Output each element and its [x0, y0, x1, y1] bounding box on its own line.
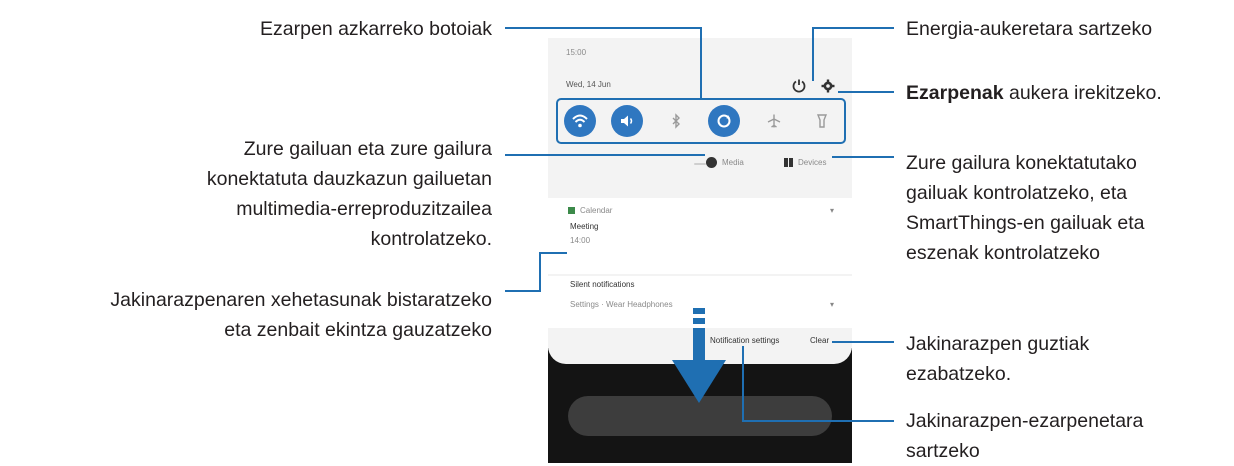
media-caption-line-3: multimedia-erreproduzitzailea — [236, 198, 492, 220]
notification-details-caption: Jakinarazpenaren xehetasunak bistaratzek… — [0, 285, 492, 345]
notif-app-name: Calendar — [580, 206, 613, 215]
media-play-icon — [706, 156, 717, 168]
callout-line — [505, 290, 541, 292]
clock-text: 15:00 — [566, 48, 587, 57]
quick-settings-row — [556, 98, 846, 144]
notification-details-line-2: eta zenbait ekintza gauzatzeko — [224, 319, 492, 341]
clear-all-line-2: ezabatzeko. — [906, 363, 1012, 385]
settings-caption-rest: aukera irekitzeko. — [1003, 82, 1162, 104]
callout-line — [812, 27, 894, 29]
callout-line — [832, 341, 894, 343]
callout-line — [539, 252, 567, 254]
media-caption-line-2: konektatuta dauzkazun gailuetan — [206, 168, 492, 190]
auto-rotate-icon[interactable] — [708, 105, 740, 137]
callout-line — [838, 91, 894, 93]
chevron-down-icon[interactable]: ▾ — [830, 206, 834, 215]
media-caption: Zure gailuan eta zure gailura konektatut… — [60, 134, 492, 254]
devices-button[interactable]: Devices — [784, 154, 826, 170]
callout-line — [742, 420, 894, 422]
silent-item: Settings · Wear Headphones — [570, 300, 673, 309]
chevron-down-icon-2[interactable]: ▾ — [830, 300, 834, 309]
devices-caption-line-4: eszenak kontrolatzeko — [906, 242, 1101, 264]
devices-caption-line-2: gailuak kontrolatzeko, eta — [906, 182, 1128, 204]
sound-icon[interactable] — [611, 105, 643, 137]
callout-line — [505, 154, 705, 156]
power-caption: Energia-aukeretara sartzeko — [906, 18, 1153, 40]
wifi-icon[interactable] — [564, 105, 596, 137]
callout-line — [505, 27, 702, 29]
quick-settings-caption: Ezarpen azkarreko botoiak — [260, 18, 492, 40]
notification-details-line-1: Jakinarazpenaren xehetasunak bistaratzek… — [110, 289, 492, 311]
settings-caption-bold: Ezarpenak — [906, 82, 1004, 104]
devices-caption-line-3: SmartThings-en gailuak eta — [906, 212, 1145, 234]
silent-label: Silent notifications — [570, 280, 635, 289]
date-text: Wed, 14 Jun — [566, 80, 611, 89]
airplane-icon[interactable] — [758, 105, 790, 137]
devices-caption: Zure gailura konektatutako gailuak kontr… — [906, 148, 1226, 268]
devices-caption-line-1: Zure gailura konektatutako — [906, 152, 1137, 174]
bluetooth-icon[interactable] — [660, 105, 692, 137]
callout-line — [700, 27, 702, 99]
swipe-down-arrow-icon — [672, 308, 726, 403]
devices-label: Devices — [798, 157, 827, 167]
callout-line — [539, 252, 541, 292]
notif-title: Meeting — [570, 222, 599, 231]
media-caption-line-4: kontrolatzeko. — [370, 228, 492, 250]
clear-all-line-1: Jakinarazpen guztiak — [906, 333, 1090, 355]
media-label: Media — [722, 157, 744, 167]
callout-line — [812, 27, 814, 81]
calendar-app-icon — [568, 207, 575, 214]
notif-settings-line-2: sartzeko — [906, 440, 980, 462]
callout-line — [742, 346, 744, 422]
phone-screen: 15:00 Wed, 14 Jun Media Devices Calendar… — [548, 38, 852, 463]
media-button[interactable]: Media — [706, 154, 744, 170]
settings-gear-icon[interactable] — [820, 78, 836, 94]
notif-settings-line-1: Jakinarazpen-ezarpenetara — [906, 410, 1144, 432]
clear-all-caption: Jakinarazpen guztiak ezabatzeko. — [906, 329, 1226, 389]
notif-settings-caption: Jakinarazpen-ezarpenetara sartzeko — [906, 406, 1226, 466]
notif-subtitle: 14:00 — [570, 236, 591, 245]
notification-card[interactable]: Calendar ▾ Meeting 14:00 — [548, 198, 852, 274]
panel-grip[interactable] — [694, 163, 706, 165]
clear-button[interactable]: Clear — [810, 336, 829, 345]
settings-caption: Ezarpenak aukera irekitzeko. — [906, 78, 1226, 108]
callout-line — [832, 156, 894, 158]
flashlight-icon[interactable] — [806, 105, 838, 137]
media-caption-line-1: Zure gailuan eta zure gailura — [243, 138, 492, 160]
power-icon[interactable] — [791, 78, 807, 94]
devices-grid-icon — [784, 157, 793, 167]
